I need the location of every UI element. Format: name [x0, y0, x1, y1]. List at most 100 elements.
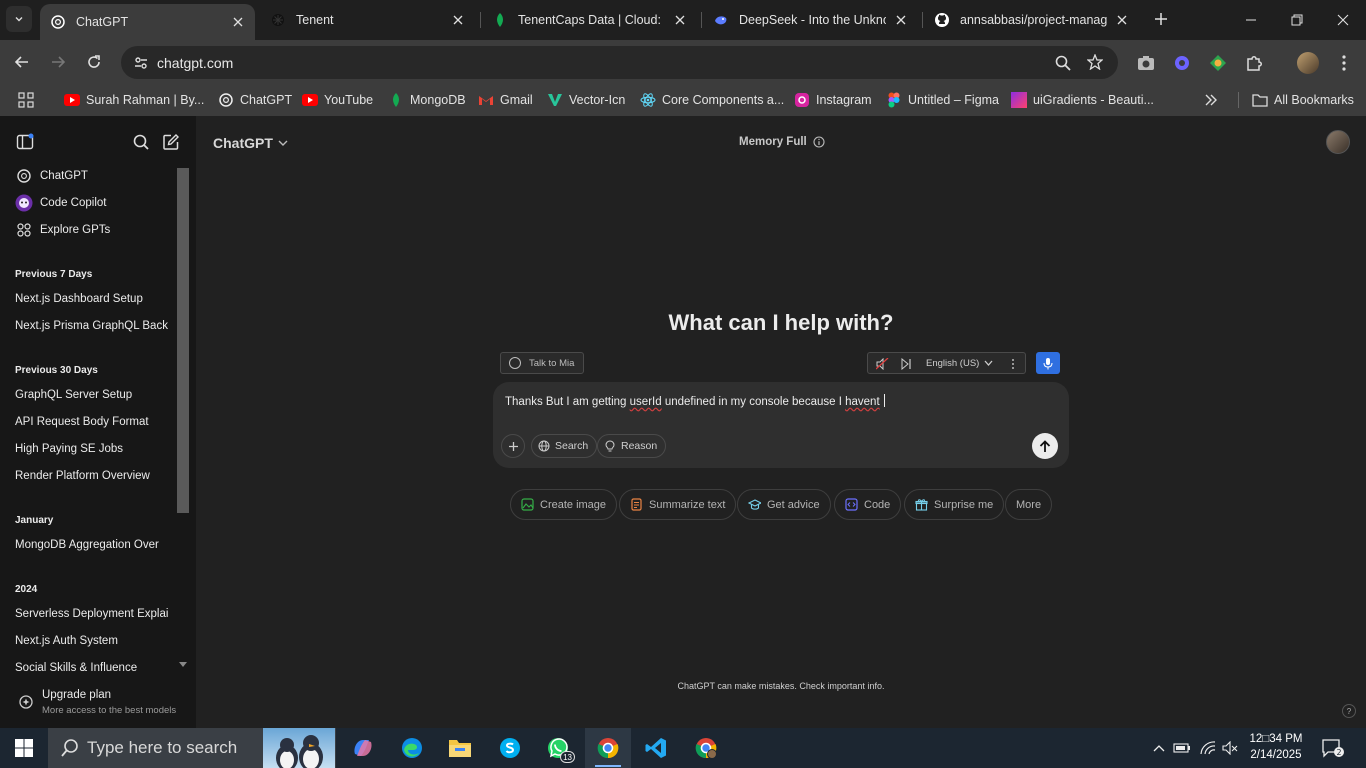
tab-tenent[interactable]: Tenent	[260, 0, 475, 40]
bookmark-mongodb[interactable]: MongoDB	[388, 90, 466, 110]
bookmark-instagram[interactable]: Instagram	[794, 90, 872, 110]
sidebar-item-code-copilot[interactable]: Code Copilot	[15, 193, 175, 213]
chat-history-item[interactable]: MongoDB Aggregation Over	[15, 535, 175, 555]
message-input[interactable]: Thanks But I am getting userId undefined…	[505, 394, 885, 408]
attach-button[interactable]	[501, 434, 525, 458]
bookmark-uigradients[interactable]: uiGradients - Beauti...	[1011, 90, 1154, 110]
chat-history-item[interactable]: Next.js Dashboard Setup	[15, 289, 175, 309]
tab-deepseek[interactable]: DeepSeek - Into the Unknow	[703, 0, 918, 40]
bookmark-vector-icn[interactable]: Vector-Icn	[547, 90, 625, 110]
sidebar-item-explore-gpts[interactable]: Explore GPTs	[15, 220, 175, 240]
sidebar-scrollbar-thumb[interactable]	[177, 168, 189, 513]
message-composer[interactable]: Thanks But I am getting userId undefined…	[493, 382, 1069, 468]
skip-forward-icon[interactable]	[901, 358, 912, 370]
tab-search-button[interactable]	[6, 6, 32, 32]
bookmark-gmail[interactable]: Gmail	[478, 90, 533, 110]
file-explorer-app[interactable]	[437, 728, 483, 768]
summarize-text-chip[interactable]: Summarize text	[619, 489, 737, 520]
wifi-indicator[interactable]	[1198, 728, 1218, 768]
bookmark-chatgpt[interactable]: ChatGPT	[218, 90, 292, 110]
search-icon[interactable]	[131, 132, 151, 152]
close-tab-icon[interactable]	[231, 15, 245, 29]
bookmark-figma[interactable]: Untitled – Figma	[886, 90, 999, 110]
tab-mongodb-cloud[interactable]: TenentCaps Data | Cloud: Mo	[482, 0, 697, 40]
chat-history-item[interactable]: GraphQL Server Setup	[15, 385, 175, 405]
taskbar-search-box[interactable]: Type here to search	[48, 728, 336, 768]
chat-history-item[interactable]: High Paying SE Jobs	[15, 439, 175, 459]
toggle-sidebar-icon[interactable]	[15, 132, 35, 152]
bookmark-core-components[interactable]: Core Components a...	[640, 90, 784, 110]
model-selector[interactable]: ChatGPT	[213, 135, 288, 151]
vscode-app[interactable]	[633, 728, 679, 768]
sidebar-item-chatgpt[interactable]: ChatGPT	[15, 166, 175, 186]
chat-history-item[interactable]: Next.js Auth System	[15, 631, 175, 651]
language-selector[interactable]: English (US)	[926, 358, 979, 369]
gear-extension-icon[interactable]	[1173, 54, 1191, 75]
memory-status[interactable]: Memory Full	[739, 136, 825, 148]
zoom-icon[interactable]	[1055, 55, 1071, 74]
show-hidden-icons-button[interactable]	[1150, 728, 1168, 768]
microphone-button[interactable]	[1036, 352, 1060, 374]
upgrade-plan-button[interactable]: Upgrade plan More access to the best mod…	[15, 688, 185, 720]
close-tab-icon[interactable]	[894, 13, 908, 27]
chrome-app[interactable]	[585, 728, 631, 768]
whatsapp-app[interactable]: 13	[535, 728, 581, 768]
chat-history-item[interactable]: Render Platform Overview	[15, 466, 175, 486]
puzzle-extensions-icon[interactable]	[1245, 54, 1263, 75]
tab-github[interactable]: annsabbasi/project-managm	[924, 0, 1139, 40]
more-bookmarks-icon[interactable]	[1204, 90, 1218, 110]
notification-center-button[interactable]: 2	[1322, 738, 1344, 758]
talk-to-mia-button[interactable]: Talk to Mia	[500, 352, 584, 374]
volume-indicator[interactable]	[1220, 728, 1240, 768]
send-button[interactable]	[1032, 433, 1058, 459]
chat-history-item[interactable]: Serverless Deployment Explai	[15, 604, 175, 624]
search-toggle-button[interactable]: Search	[531, 434, 598, 458]
back-button[interactable]	[8, 48, 36, 76]
surprise-me-chip[interactable]: Surprise me	[904, 489, 1005, 520]
all-bookmarks-folder[interactable]: All Bookmarks	[1252, 90, 1354, 110]
new-chat-icon[interactable]	[161, 132, 181, 152]
create-image-chip[interactable]: Create image	[510, 489, 618, 520]
forward-button[interactable]	[44, 48, 72, 76]
help-button[interactable]: ?	[1342, 704, 1356, 718]
profile-avatar[interactable]	[1297, 52, 1319, 74]
reload-button[interactable]	[80, 48, 108, 76]
bookmark-star-icon[interactable]	[1086, 53, 1104, 73]
kebab-menu-icon[interactable]	[1336, 54, 1352, 75]
site-settings-icon[interactable]	[133, 55, 149, 74]
copilot-app[interactable]	[340, 728, 386, 768]
minimize-button[interactable]	[1228, 0, 1274, 40]
apps-grid-icon[interactable]	[18, 90, 34, 110]
new-tab-button[interactable]	[1150, 8, 1172, 30]
bookmark-youtube[interactable]: YouTube	[302, 90, 373, 110]
speaker-muted-icon[interactable]	[876, 358, 889, 370]
system-clock[interactable]: 12□34 PM 2/14/2025	[1243, 731, 1309, 763]
close-tab-icon[interactable]	[1115, 13, 1129, 27]
chat-history-item[interactable]: Next.js Prisma GraphQL Back	[15, 316, 175, 336]
more-options-icon[interactable]	[1011, 358, 1015, 370]
address-bar[interactable]: chatgpt.com	[121, 46, 1118, 79]
user-avatar[interactable]	[1326, 130, 1350, 154]
chat-history-item[interactable]: Social Skills & Influence	[15, 658, 175, 678]
scroll-down-arrow-icon[interactable]	[178, 660, 188, 670]
chrome-profile-app[interactable]	[683, 728, 729, 768]
tab-chatgpt[interactable]: ChatGPT	[40, 4, 255, 40]
restore-button[interactable]	[1274, 0, 1320, 40]
bookmark-surah-rahman[interactable]: Surah Rahman | By...	[64, 90, 204, 110]
code-chip[interactable]: Code	[834, 489, 902, 520]
more-chip[interactable]: More	[1005, 489, 1053, 520]
start-button[interactable]	[0, 728, 48, 768]
close-tab-icon[interactable]	[673, 13, 687, 27]
camera-extension-icon[interactable]	[1137, 55, 1155, 74]
chevron-down-icon[interactable]	[984, 360, 993, 367]
edge-app[interactable]	[389, 728, 435, 768]
battery-indicator[interactable]	[1172, 728, 1192, 768]
chat-history-item[interactable]: API Request Body Format	[15, 412, 175, 432]
close-tab-icon[interactable]	[451, 13, 465, 27]
colorful-extension-icon[interactable]	[1209, 54, 1227, 75]
close-window-button[interactable]	[1320, 0, 1366, 40]
reason-toggle-button[interactable]: Reason	[597, 434, 667, 458]
skype-app[interactable]	[487, 728, 533, 768]
get-advice-chip[interactable]: Get advice	[737, 489, 831, 520]
clock-date: 2/14/2025	[1250, 749, 1302, 761]
